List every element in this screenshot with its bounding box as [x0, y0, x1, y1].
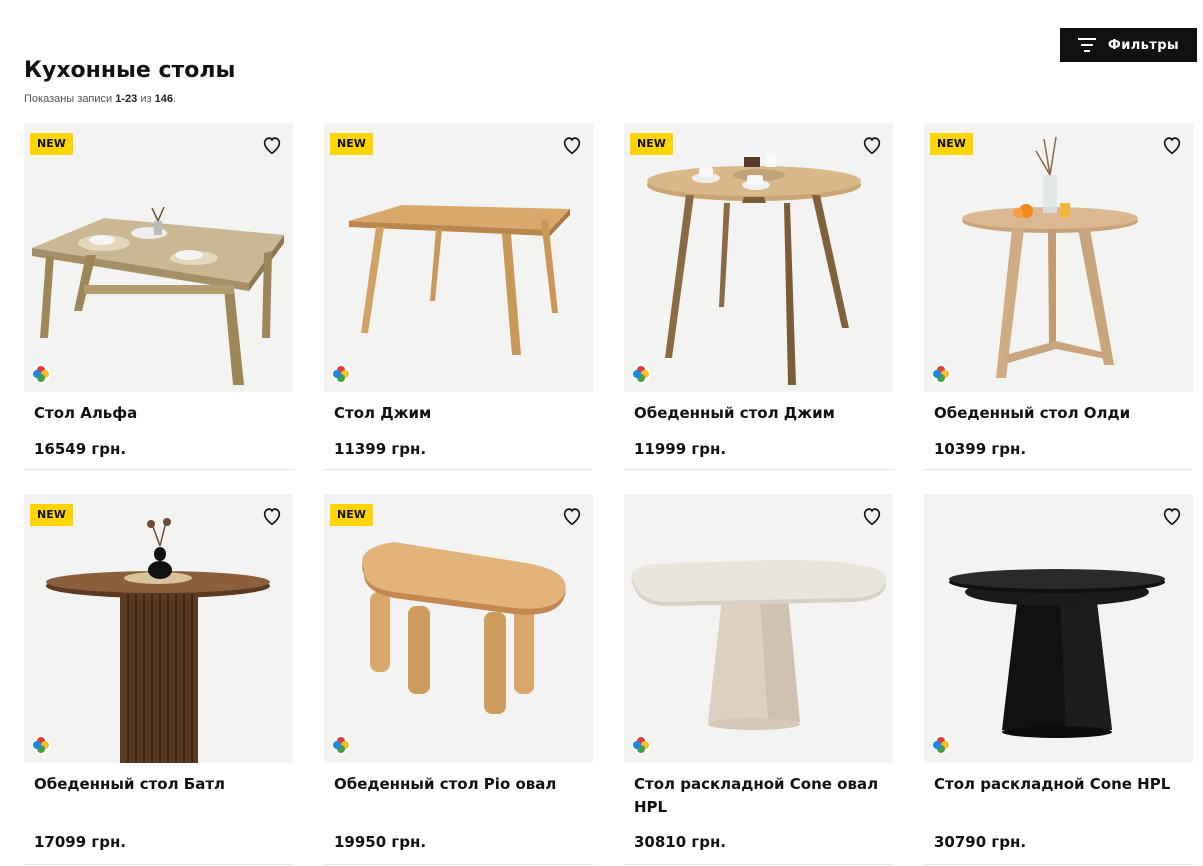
- page-title: Кухонные столы: [24, 58, 236, 83]
- product-card[interactable]: Стол раскладной Cone HPL 30790 грн.: [924, 494, 1193, 865]
- filter-icon: [1077, 38, 1096, 52]
- product-image[interactable]: NEW: [24, 494, 293, 763]
- product-image[interactable]: NEW: [624, 123, 893, 392]
- card-divider: [324, 469, 593, 470]
- records-mid: из: [137, 93, 155, 105]
- color-options-icon[interactable]: [331, 364, 351, 384]
- new-badge: NEW: [30, 133, 73, 155]
- product-price: 16549 грн.: [34, 440, 127, 458]
- product-image[interactable]: [624, 494, 893, 763]
- color-options-icon[interactable]: [631, 735, 651, 755]
- product-card[interactable]: NEW Обеденный стол Батл 17099 грн.: [24, 494, 293, 865]
- heart-icon[interactable]: [261, 505, 283, 527]
- product-name[interactable]: Стол раскладной Cone овал HPL: [634, 773, 883, 819]
- product-name[interactable]: Обеденный стол Pio овал: [334, 773, 583, 819]
- table-image: [962, 136, 1138, 378]
- table-image: [32, 206, 284, 385]
- table-image: [349, 205, 570, 355]
- table-image: [631, 560, 886, 730]
- product-card[interactable]: NEW Обеденный стол Pio овал 19950 грн.: [324, 494, 593, 865]
- product-name[interactable]: Обеденный стол Батл: [34, 773, 283, 819]
- color-options-icon[interactable]: [331, 735, 351, 755]
- product-price: 10399 грн.: [934, 440, 1027, 458]
- new-badge: NEW: [630, 133, 673, 155]
- product-card[interactable]: NEW Стол Альфа 16549 грн.: [24, 123, 293, 470]
- new-badge: NEW: [930, 133, 973, 155]
- table-image: [362, 542, 566, 714]
- heart-icon[interactable]: [861, 134, 883, 156]
- new-badge: NEW: [30, 504, 73, 526]
- product-card[interactable]: NEW Обеденный стол Олди 10399 грн.: [924, 123, 1193, 470]
- product-card[interactable]: NEW Обеденный стол Джим 11999 грн.: [624, 123, 893, 470]
- card-divider: [924, 864, 1193, 865]
- heart-icon[interactable]: [1161, 505, 1183, 527]
- card-divider: [924, 469, 1193, 470]
- records-range: 1-23: [115, 93, 138, 105]
- product-card[interactable]: Стол раскладной Cone овал HPL 30810 грн.: [624, 494, 893, 865]
- product-price: 19950 грн.: [334, 833, 427, 851]
- color-options-icon[interactable]: [931, 364, 951, 384]
- new-badge: NEW: [330, 133, 373, 155]
- product-name[interactable]: Стол раскладной Cone HPL: [934, 773, 1183, 819]
- heart-icon[interactable]: [861, 505, 883, 527]
- color-options-icon[interactable]: [631, 364, 651, 384]
- table-image: [46, 518, 270, 763]
- product-price: 17099 грн.: [34, 833, 127, 851]
- product-image[interactable]: NEW: [24, 123, 293, 392]
- records-total: 146: [154, 93, 173, 105]
- records-prefix: Показаны записи: [24, 93, 116, 105]
- card-divider: [24, 864, 293, 865]
- filters-label: Фильтры: [1107, 37, 1180, 53]
- heart-icon[interactable]: [1161, 134, 1183, 156]
- product-price: 30810 грн.: [634, 833, 727, 851]
- product-price: 11399 грн.: [334, 440, 427, 458]
- filters-button[interactable]: Фильтры: [1060, 28, 1197, 62]
- color-options-icon[interactable]: [31, 735, 51, 755]
- records-suffix: .: [172, 93, 176, 105]
- table-image: [647, 153, 861, 385]
- heart-icon[interactable]: [561, 505, 583, 527]
- records-count: Показаны записи 1-23 из 146.: [24, 93, 176, 105]
- color-options-icon[interactable]: [931, 735, 951, 755]
- color-options-icon[interactable]: [31, 364, 51, 384]
- product-image[interactable]: NEW: [324, 494, 593, 763]
- product-price: 11999 грн.: [634, 440, 727, 458]
- product-image[interactable]: NEW: [324, 123, 593, 392]
- product-image[interactable]: NEW: [924, 123, 1193, 392]
- card-divider: [624, 864, 893, 865]
- table-image: [949, 569, 1165, 738]
- heart-icon[interactable]: [561, 134, 583, 156]
- card-divider: [624, 469, 893, 470]
- product-price: 30790 грн.: [934, 833, 1027, 851]
- card-divider: [324, 864, 593, 865]
- card-divider: [24, 469, 293, 470]
- heart-icon[interactable]: [261, 134, 283, 156]
- new-badge: NEW: [330, 504, 373, 526]
- product-image[interactable]: [924, 494, 1193, 763]
- product-card[interactable]: NEW Стол Джим 11399 грн.: [324, 123, 593, 470]
